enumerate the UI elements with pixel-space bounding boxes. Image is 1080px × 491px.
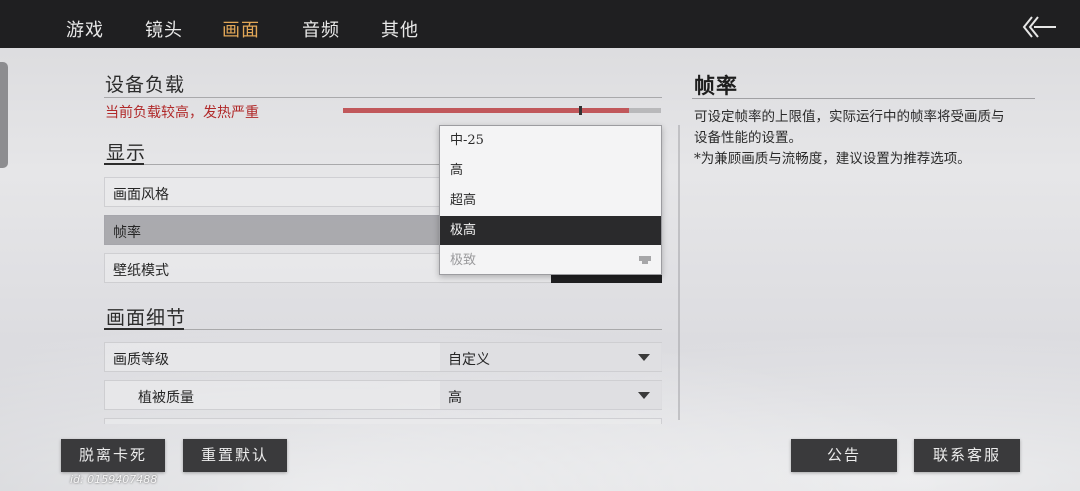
tab-other[interactable]: 其他 [381, 0, 419, 48]
chevron-down-icon [638, 392, 650, 399]
notice-button[interactable]: 公告 [791, 439, 897, 472]
select-value: 高 [448, 390, 462, 406]
load-bar-marker [579, 106, 582, 115]
setting-row-vegetation[interactable]: 植被质量 高 [104, 380, 662, 410]
load-bar-fill [343, 108, 629, 113]
setting-row-quality-level[interactable]: 画质等级 自定义 [104, 342, 662, 372]
setting-label: 帧率 [113, 225, 141, 241]
display-section-title: 显示 [106, 142, 147, 164]
detail-title-underline [104, 328, 184, 330]
tab-game[interactable]: 游戏 [66, 0, 104, 48]
select-value: 自定义 [448, 352, 490, 368]
detail-divider [184, 329, 662, 330]
setting-row-partial [104, 418, 662, 424]
dropdown-option-label: 极致 [450, 253, 477, 268]
user-id-label: id: 0159407488 [70, 473, 158, 486]
framerate-dropdown[interactable]: 中-25 高 超高 极高 极致 [439, 125, 662, 275]
tab-graphics[interactable]: 画面 [222, 0, 260, 48]
info-divider [692, 98, 1035, 99]
info-description-line: 设备性能的设置。 [694, 130, 802, 146]
device-load-title: 设备负载 [105, 74, 186, 96]
reset-default-button[interactable]: 重置默认 [183, 439, 287, 472]
tab-camera[interactable]: 镜头 [145, 0, 183, 48]
setting-label: 画面风格 [113, 187, 169, 203]
vegetation-select[interactable]: 高 [440, 381, 662, 409]
side-drawer-handle[interactable] [0, 62, 8, 168]
dropdown-option[interactable]: 高 [440, 156, 661, 185]
display-title-underline [104, 163, 144, 165]
setting-label: 画质等级 [113, 352, 169, 368]
setting-label: 壁纸模式 [113, 263, 169, 279]
back-arrow-icon [1022, 16, 1056, 38]
setting-label: 植被质量 [138, 390, 194, 406]
unstuck-button[interactable]: 脱离卡死 [61, 439, 165, 472]
dropdown-option-selected[interactable]: 极高 [440, 216, 661, 245]
top-nav-bar: 游戏 镜头 画面 音频 其他 [0, 0, 1080, 48]
contact-support-button[interactable]: 联系客服 [914, 439, 1020, 472]
load-bar [343, 106, 661, 115]
info-title: 帧率 [694, 73, 738, 98]
dropdown-option[interactable]: 中-25 [440, 126, 661, 155]
info-description-line: 可设定帧率的上限值，实际运行中的帧率将受画质与 [694, 109, 1005, 125]
chevron-down-icon [638, 354, 650, 361]
detail-section-title: 画面细节 [106, 307, 187, 329]
display-divider [144, 164, 439, 165]
dropdown-option[interactable]: 超高 [440, 186, 661, 215]
device-load-divider [104, 97, 662, 98]
info-recommendation: *为兼顾画质与流畅度，建议设置为推荐选项。 [694, 151, 971, 167]
locked-device-icon [639, 256, 651, 264]
load-warning-text: 当前负载较高，发热严重 [105, 105, 259, 121]
dropdown-option-locked: 极致 [440, 246, 661, 275]
quality-level-select[interactable]: 自定义 [440, 343, 662, 371]
tab-audio[interactable]: 音频 [302, 0, 340, 48]
panel-scrollbar[interactable] [678, 125, 680, 420]
back-button[interactable] [1020, 13, 1060, 41]
